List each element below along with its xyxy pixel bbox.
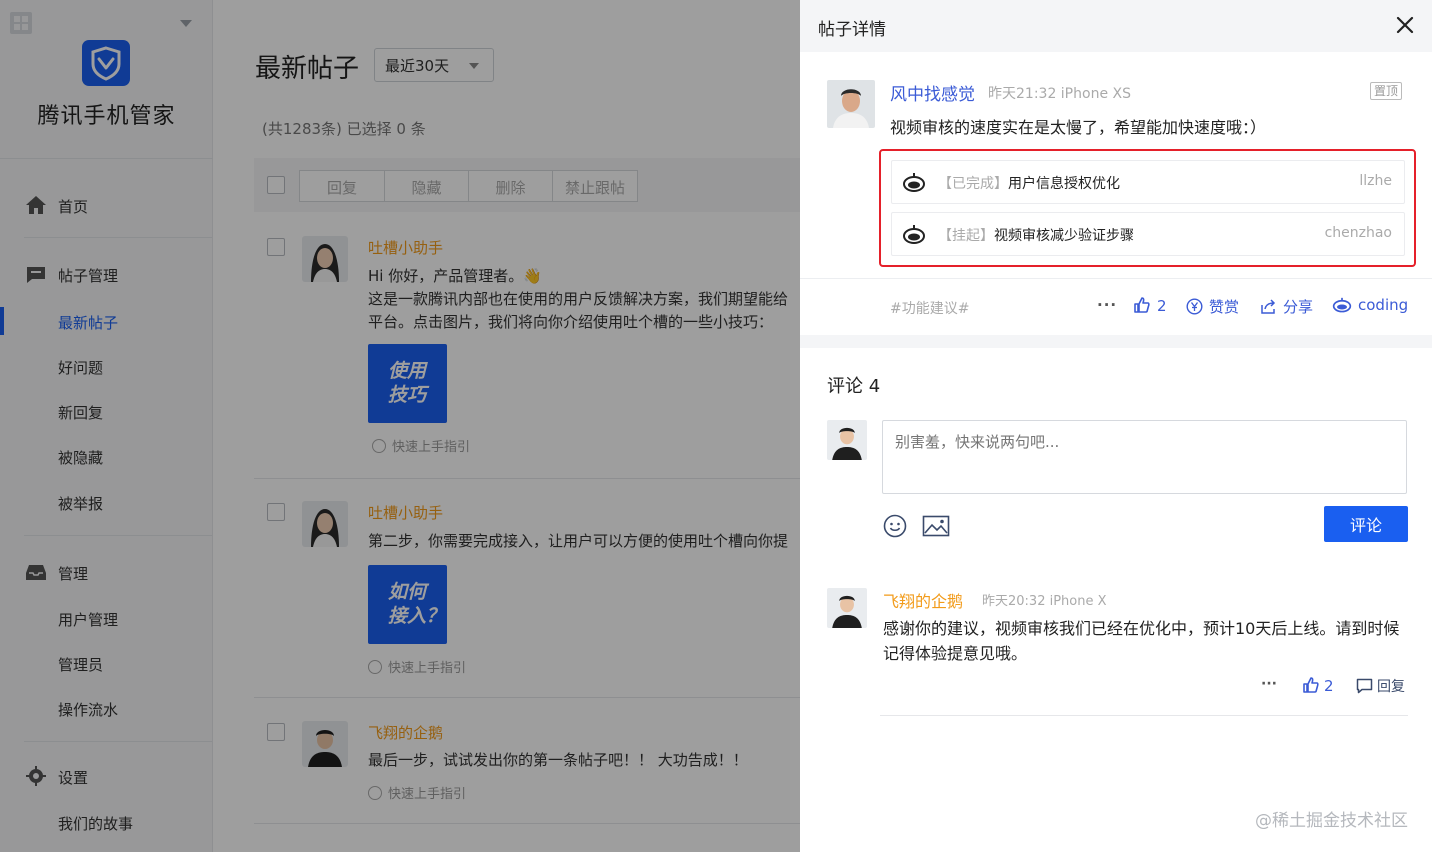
image-icon[interactable]	[922, 515, 950, 537]
linked-issue[interactable]: 【已完成】用户信息授权优化 llzhe	[891, 160, 1405, 204]
post-author[interactable]: 风中找感觉	[890, 80, 975, 105]
issue-status: 【已完成】	[938, 176, 1008, 192]
divider	[800, 278, 1432, 279]
drawer-title: 帖子详情	[818, 20, 886, 40]
coding-icon	[903, 173, 925, 192]
comments-title: 评论 4	[827, 376, 881, 397]
comments-section: 评论 4 评论 飞翔的企鹅 昨天20:32 iPhone X 感谢你的建议，视频…	[800, 348, 1432, 852]
close-icon[interactable]	[1396, 16, 1414, 34]
coding-label: coding	[1358, 296, 1409, 314]
watermark: @稀土掘金技术社区	[1255, 811, 1408, 831]
like-count: 2	[1157, 297, 1167, 315]
avatar	[827, 80, 875, 128]
comment-content: 感谢你的建议，视频审核我们已经在优化中，预计10天后上线。请到时候记得体验提意见…	[883, 619, 1400, 663]
issue-status: 【挂起】	[938, 228, 994, 244]
comment-like-button[interactable]: 2	[1302, 676, 1334, 695]
share-button[interactable]: 分享	[1260, 296, 1313, 317]
issue-title: 用户信息授权优化	[1008, 176, 1120, 192]
issue-assignee: llzhe	[1359, 173, 1392, 189]
submit-comment-button[interactable]: 评论	[1324, 506, 1408, 542]
drawer-header: 帖子详情	[800, 0, 1432, 52]
coding-icon	[903, 225, 925, 244]
reply-label: 回复	[1377, 679, 1405, 695]
reward-button[interactable]: 赞赏	[1186, 296, 1239, 317]
comment-input[interactable]	[882, 420, 1407, 494]
coding-icon	[1332, 297, 1352, 313]
issue-text: 【已完成】用户信息授权优化	[938, 173, 1120, 193]
post-time: 昨天21:32 iPhone XS	[988, 86, 1131, 102]
yen-icon	[1186, 298, 1203, 315]
thumbs-up-icon	[1303, 677, 1319, 693]
share-label: 分享	[1283, 298, 1314, 316]
linked-issue[interactable]: 【挂起】视频审核减少验证步骤 chenzhao	[891, 212, 1405, 256]
more-button[interactable]: ···	[1097, 296, 1117, 314]
avatar	[827, 420, 867, 460]
topic-tag[interactable]: #功能建议#	[890, 298, 969, 318]
post-detail-drawer: 帖子详情 风中找感觉 昨天21:32 iPhone XS 置顶 视频审核的速度实…	[800, 0, 1432, 852]
pin-badge[interactable]: 置顶	[1370, 82, 1403, 100]
coding-button[interactable]: coding	[1332, 296, 1408, 314]
chat-icon	[1356, 678, 1373, 694]
issue-assignee: chenzhao	[1324, 225, 1392, 241]
comment-reply-button[interactable]: 回复	[1356, 676, 1405, 696]
reward-label: 赞赏	[1209, 298, 1240, 316]
thumbs-up-icon	[1134, 297, 1150, 313]
comment-time: 昨天20:32 iPhone X	[982, 594, 1107, 609]
post-detail-card: 风中找感觉 昨天21:32 iPhone XS 置顶 视频审核的速度实在是太慢了…	[800, 52, 1432, 335]
like-button[interactable]: 2	[1133, 296, 1167, 315]
issue-text: 【挂起】视频审核减少验证步骤	[938, 225, 1134, 245]
avatar	[827, 588, 867, 628]
linked-issues-highlight: 【已完成】用户信息授权优化 llzhe 【挂起】视频审核减少验证步骤 chenz…	[879, 149, 1416, 267]
comment-more-button[interactable]: ···	[1261, 676, 1277, 692]
post-content: 视频审核的速度实在是太慢了，希望能加快速度哦：）	[890, 118, 1267, 137]
share-icon	[1261, 299, 1276, 314]
comment-author[interactable]: 飞翔的企鹅	[883, 588, 963, 612]
comment-like-count: 2	[1324, 677, 1334, 695]
modal-overlay[interactable]	[0, 0, 800, 852]
divider	[880, 715, 1408, 716]
issue-title: 视频审核减少验证步骤	[994, 228, 1134, 244]
emoji-icon[interactable]	[883, 514, 907, 538]
